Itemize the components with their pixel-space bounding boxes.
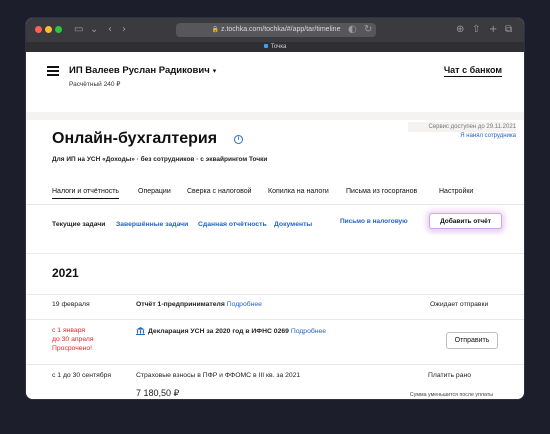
url-text: z.tochka.com/tochka/#/app/tar/timeline: [221, 26, 341, 33]
task-more-link[interactable]: Подробнее: [227, 301, 262, 308]
service-availability: Сервис доступен до 29.11.2021: [408, 122, 516, 132]
task-title-text: Декларация УСН за 2020 год в ИФНС 0269: [148, 327, 289, 335]
minimize-window-button[interactable]: [45, 26, 52, 33]
browser-chrome: ▭ ⌄ ‹ › 🔒 z.tochka.com/tochka/#/app/tar/t…: [26, 18, 524, 42]
page: ИП Валеев Руслан Радикович ▾ Расчётный 24…: [26, 52, 524, 399]
year-heading: 2021: [52, 266, 79, 280]
tab-taxes-reports[interactable]: Налоги и отчётность: [52, 188, 120, 199]
hired-employee-link[interactable]: Я нанял сотрудника: [460, 133, 516, 139]
download-icon[interactable]: ⊕: [456, 23, 464, 37]
reload-icon[interactable]: ↻: [364, 23, 372, 37]
browser-window: ▭ ⌄ ‹ › 🔒 z.tochka.com/tochka/#/app/tar/t…: [26, 18, 524, 399]
company-switcher[interactable]: ИП Валеев Руслан Радикович ▾: [69, 65, 216, 76]
task-date: с 1 до 30 сентября: [52, 372, 112, 379]
letter-to-tax-office-link[interactable]: Письмо в налоговую: [340, 218, 408, 225]
menu-icon[interactable]: [47, 66, 59, 76]
task-title-text: Отчёт 1-предпринимателя: [136, 301, 225, 308]
share-icon[interactable]: ⇧: [472, 23, 480, 37]
task-more-link[interactable]: Подробнее: [291, 328, 326, 335]
divider: [26, 294, 524, 295]
chevron-down-icon[interactable]: ⌄: [90, 23, 98, 37]
divider: [26, 253, 524, 254]
page-subtitle: Для ИП на УСН «Доходы» · без сотрудников…: [52, 156, 268, 163]
divider: [26, 364, 524, 365]
privacy-icon[interactable]: ◐: [348, 23, 357, 37]
address-bar[interactable]: 🔒 z.tochka.com/tochka/#/app/tar/timeline: [176, 23, 376, 37]
divider: [26, 319, 524, 320]
favicon-icon: [263, 44, 268, 49]
tab-tax-reconciliation[interactable]: Сверка с налоговой: [187, 188, 252, 195]
task-date: 19 февраля: [52, 301, 90, 308]
subtab-submitted-reports[interactable]: Сданная отчётность: [198, 221, 267, 228]
send-button[interactable]: Отправить: [446, 332, 498, 349]
main-tabs: Налоги и отчётность Операции Сверка с на…: [52, 188, 504, 202]
browser-tab[interactable]: Точка: [26, 42, 524, 52]
task-overdue-label: Просрочено!: [52, 345, 92, 352]
accounting-card: Сервис доступен до 29.11.2021 Я нанял со…: [26, 112, 524, 399]
lock-icon: 🔒: [211, 27, 220, 33]
tab-tax-savings[interactable]: Копилка на налоги: [268, 188, 329, 195]
sidebar-icon[interactable]: ▭: [74, 23, 83, 37]
tab-title: Точка: [270, 44, 287, 50]
task-amount: 7 180,50 ₽: [136, 388, 180, 398]
subtab-completed-tasks[interactable]: Завершённые задачи: [116, 221, 188, 228]
account-balance[interactable]: Расчётный 240 ₽: [69, 80, 120, 88]
page-title: Онлайн-бухгалтерия: [52, 130, 218, 147]
tab-operations[interactable]: Операции: [138, 188, 171, 195]
tabs-divider: [26, 204, 524, 205]
add-report-button[interactable]: Добавить отчёт: [429, 213, 502, 229]
bank-icon: [136, 327, 145, 335]
subtab-documents[interactable]: Документы: [274, 221, 312, 228]
info-icon[interactable]: i: [234, 135, 243, 144]
task-status: Ожидает отправки: [430, 301, 489, 308]
back-icon[interactable]: ‹: [108, 23, 112, 37]
tab-settings[interactable]: Настройки: [439, 188, 473, 195]
subtab-current-tasks[interactable]: Текущие задачи: [52, 221, 105, 228]
top-bar: ИП Валеев Руслан Радикович ▾ Расчётный 24…: [26, 52, 524, 112]
task-note: Сумма уменьшится после уплаты взносов за…: [409, 392, 494, 398]
company-name: ИП Валеев Руслан Радикович: [69, 65, 210, 76]
new-tab-icon[interactable]: +: [489, 23, 497, 37]
task-overdue-date-start: с 1 января: [52, 327, 86, 334]
task-status: Платить рано: [428, 372, 472, 379]
forward-icon[interactable]: ›: [122, 23, 126, 37]
task-title: Декларация УСН за 2020 год в ИФНС 0269 П…: [136, 327, 326, 335]
task-title-text: Страховые взносы в ПФР и ФФОМС в III кв.…: [136, 372, 301, 379]
tab-gov-letters[interactable]: Письма из госорганов: [346, 188, 417, 195]
chevron-down-icon: ▾: [212, 68, 217, 75]
maximize-window-button[interactable]: [55, 26, 62, 33]
tab-overview-icon[interactable]: ⧉: [505, 23, 512, 37]
chat-with-bank-link[interactable]: Чат с банком: [443, 65, 502, 77]
task-overdue-date-end: до 30 апреля: [52, 336, 94, 343]
task-title: Отчёт 1-предпринимателя Подробнее: [136, 301, 262, 308]
close-window-button[interactable]: [35, 26, 42, 33]
